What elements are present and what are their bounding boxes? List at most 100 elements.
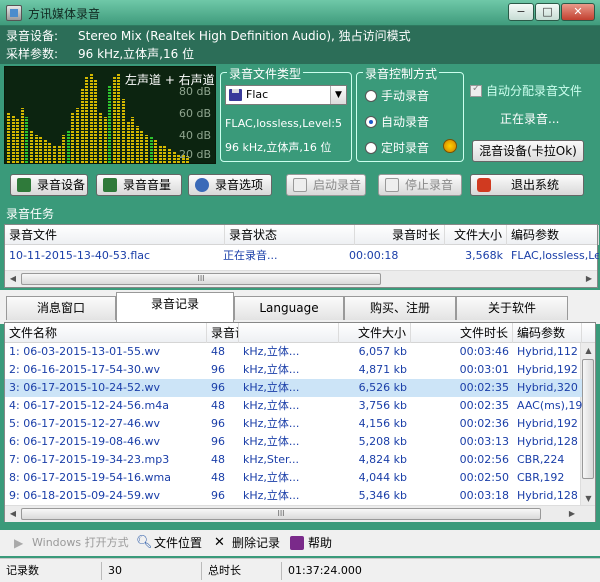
- close-icon: ✕: [214, 535, 225, 550]
- record-samplerate: 96: [211, 435, 225, 448]
- record-control-group: 录音控制方式 手动录音 自动录音 定时录音: [356, 65, 464, 162]
- vscroll-thumb[interactable]: [582, 359, 594, 479]
- col-encoding[interactable]: 编码参数: [513, 323, 582, 343]
- device-value: Stereo Mix (Realtek High Definition Audi…: [78, 29, 411, 43]
- tab-messages[interactable]: 消息窗口: [6, 296, 116, 320]
- record-encoding: Hybrid,128: [517, 435, 578, 448]
- record-channels: kHz,Ster...: [243, 453, 299, 466]
- record-encoding: CBR,224: [517, 453, 565, 466]
- col-device-params-2[interactable]: [239, 323, 339, 343]
- list-item[interactable]: 2: 06-16-2015-17-54-30.wv 96 kHz,立体... 4,87…: [5, 361, 582, 379]
- record-filename: 7: 06-17-2015-19-34-23.mp3: [9, 453, 170, 466]
- checkbox-icon[interactable]: [470, 83, 482, 97]
- start-record-button[interactable]: 启动录音: [286, 174, 366, 196]
- scroll-right-icon[interactable]: ▶: [581, 271, 597, 287]
- recording-status: 正在录音...: [500, 112, 560, 126]
- radio-timer[interactable]: 定时录音: [365, 139, 429, 157]
- task-hscrollbar[interactable]: ◀ III ▶: [5, 270, 597, 287]
- radio-manual-label: 手动录音: [381, 89, 430, 103]
- record-encoding: Hybrid,192: [517, 417, 578, 430]
- window-title: 方讯媒体录音: [28, 7, 101, 21]
- format-select[interactable]: Flac ▼: [225, 85, 347, 105]
- record-size: 5,208 kb: [358, 435, 407, 448]
- scroll-up-icon[interactable]: ▲: [581, 343, 596, 358]
- maximize-button[interactable]: □: [535, 3, 560, 21]
- record-duration: 00:03:13: [459, 435, 509, 448]
- list-item[interactable]: 8: 06-17-2015-19-54-16.wma 48 kHz,立体... 4,0…: [5, 469, 582, 487]
- scroll-right-icon[interactable]: ▶: [564, 506, 580, 522]
- records-vscrollbar[interactable]: ▲ ▼: [580, 343, 595, 506]
- volume-button-label: 录音音量: [123, 178, 172, 192]
- scroll-left-icon[interactable]: ◀: [5, 271, 21, 287]
- open-with-label: Windows 打开方式: [32, 536, 129, 549]
- close-button[interactable]: ✕: [561, 3, 595, 21]
- clock-icon[interactable]: [443, 139, 457, 153]
- meter-bar: [99, 112, 102, 163]
- record-channels: kHz,立体...: [243, 381, 300, 394]
- col-device-params[interactable]: 录音设备采样参数: [207, 323, 239, 343]
- col-size[interactable]: 文件大小: [445, 225, 507, 245]
- delete-record-button[interactable]: ✕ 删除记录: [214, 534, 280, 552]
- col-codec[interactable]: 编码参数: [507, 225, 599, 245]
- col-duration[interactable]: 录音时长: [355, 225, 445, 245]
- tab-about[interactable]: 关于软件: [456, 296, 568, 320]
- records-hscrollbar[interactable]: ◀ III ▶: [5, 505, 595, 522]
- radio-auto-label: 自动录音: [381, 115, 430, 129]
- tab-language[interactable]: Language: [234, 296, 344, 320]
- meter-bar: [117, 73, 121, 163]
- list-item[interactable]: 7: 06-17-2015-19-34-23.mp3 48 kHz,Ster... 4…: [5, 451, 582, 469]
- options-button[interactable]: 录音选项: [188, 174, 272, 196]
- radio-timer-label: 定时录音: [381, 141, 430, 155]
- minimize-button[interactable]: −: [508, 3, 534, 21]
- record-filename: 4: 06-17-2015-12-24-56.m4a: [9, 399, 169, 412]
- radio-auto[interactable]: 自动录音: [365, 113, 429, 131]
- scroll-thumb[interactable]: III: [21, 508, 541, 520]
- tab-purchase[interactable]: 购买、注册: [344, 296, 456, 320]
- col-filetime[interactable]: 文件时长: [411, 323, 513, 343]
- meter-bar: [158, 145, 162, 163]
- file-location-button[interactable]: 🔍︎ 文件位置: [136, 534, 202, 552]
- app-window: 方讯媒体录音 − □ ✕ 录音设备: Stereo Mix (Realtek H…: [0, 0, 600, 582]
- list-item[interactable]: 3: 06-17-2015-10-24-52.wv 96 kHz,立体... 6,52…: [5, 379, 582, 397]
- stop-record-button[interactable]: 停止录音: [378, 174, 462, 196]
- scroll-thumb[interactable]: III: [21, 273, 381, 285]
- meter-bar: [122, 99, 125, 163]
- title-bar[interactable]: 方讯媒体录音 − □ ✕: [0, 0, 600, 26]
- total-duration-label: 总时长: [202, 562, 282, 580]
- auto-assign-checkbox[interactable]: 自动分配录音文件: [470, 82, 582, 99]
- mixer-button[interactable]: 混音设备(卡拉Ok): [472, 140, 584, 162]
- device-button[interactable]: 录音设备: [10, 174, 88, 196]
- list-item[interactable]: 5: 06-17-2015-12-27-46.wv 96 kHz,立体... 4,15…: [5, 415, 582, 433]
- main-toolbar: 录音设备 录音音量 录音选项 启动录音 停止录音 退出系统: [0, 168, 600, 202]
- scroll-left-icon[interactable]: ◀: [5, 506, 21, 522]
- col-filesize[interactable]: 文件大小: [339, 323, 411, 343]
- list-item[interactable]: 1: 06-03-2015-13-01-55.wv 48 kHz,立体... 6,05…: [5, 343, 582, 361]
- radio-manual[interactable]: 手动录音: [365, 87, 429, 105]
- records-table: 文件名称 录音设备采样参数 文件大小 文件时长 编码参数 ▲ ▼ ◀ III ▶…: [4, 322, 596, 522]
- meter-bar: [16, 119, 20, 163]
- exit-button-label: 退出系统: [511, 178, 560, 192]
- format-selected: Flac: [246, 88, 269, 101]
- radio-dot-icon[interactable]: [365, 142, 377, 154]
- search-icon: 🔍︎: [136, 535, 153, 550]
- list-item[interactable]: 9: 06-18-2015-09-24-59.wv 96 kHz,立体... 5,34…: [5, 487, 582, 505]
- volume-button[interactable]: 录音音量: [96, 174, 182, 196]
- exit-button[interactable]: 退出系统: [470, 174, 584, 196]
- record-encoding: Hybrid,112: [517, 345, 578, 358]
- open-with-button[interactable]: ▶ Windows 打开方式: [14, 534, 129, 552]
- db-label-80: 80 dB: [178, 85, 211, 98]
- tab-records[interactable]: 录音记录: [116, 292, 234, 322]
- record-filename: 8: 06-17-2015-19-54-16.wma: [9, 471, 171, 484]
- help-button[interactable]: 帮助: [290, 534, 332, 552]
- record-filename: 9: 06-18-2015-09-24-59.wv: [9, 489, 161, 502]
- col-status[interactable]: 录音状态: [225, 225, 355, 245]
- list-item[interactable]: 4: 06-17-2015-12-24-56.m4a 48 kHz,立体... 3,7…: [5, 397, 582, 415]
- col-file[interactable]: 录音文件: [5, 225, 225, 245]
- equalizer-icon: [17, 178, 31, 192]
- radio-dot-icon[interactable]: [365, 90, 377, 102]
- list-item[interactable]: 6: 06-17-2015-19-08-46.wv 96 kHz,立体... 5,20…: [5, 433, 582, 451]
- radio-dot-icon[interactable]: [365, 116, 377, 128]
- scroll-down-icon[interactable]: ▼: [581, 491, 596, 506]
- chevron-down-icon[interactable]: ▼: [330, 86, 346, 104]
- col-filename[interactable]: 文件名称: [5, 323, 207, 343]
